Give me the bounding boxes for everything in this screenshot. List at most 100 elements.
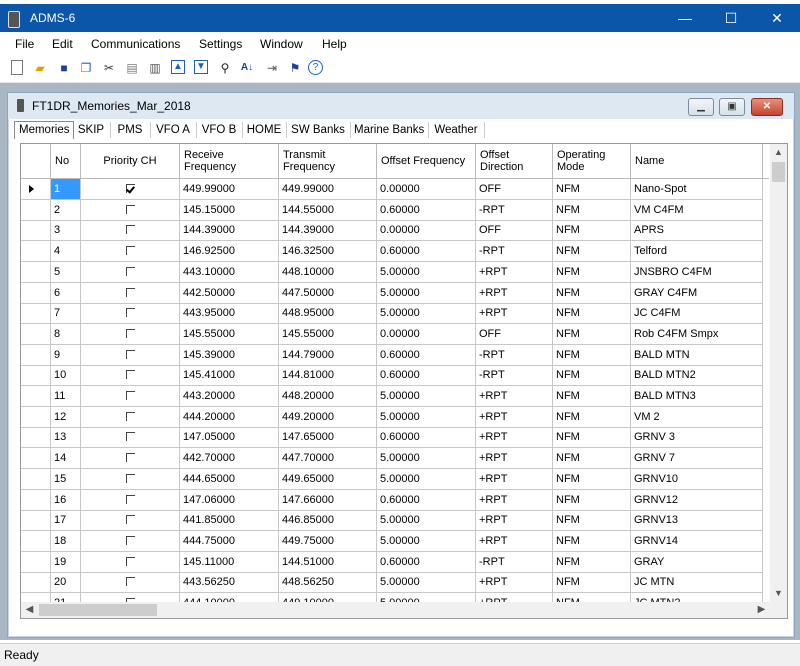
row-header[interactable]	[21, 241, 51, 263]
cell-no[interactable]: 18	[51, 530, 81, 552]
row-header[interactable]	[21, 468, 51, 490]
row-header[interactable]	[21, 551, 51, 573]
table-row[interactable]: 16 147.06000 147.66000 0.60000 +RPT NFM GRNV12	[21, 489, 769, 511]
cell-transmit-frequency[interactable]: 144.39000	[279, 220, 377, 242]
minimize-button[interactable]: —	[662, 4, 708, 32]
table-row[interactable]: 8 145.55000 145.55000 0.00000 OFF NFM Rob C4FM…	[21, 323, 769, 345]
cell-offset-frequency[interactable]: 0.00000	[377, 220, 476, 242]
cell-priority[interactable]	[81, 179, 180, 200]
cell-offset-direction[interactable]: +RPT	[476, 530, 553, 552]
column-offset-frequency[interactable]: Offset Frequency	[377, 144, 476, 178]
cell-receive-frequency[interactable]: 145.39000	[180, 344, 279, 366]
flag-icon[interactable]: ⚑	[287, 60, 303, 76]
cell-receive-frequency[interactable]: 444.75000	[180, 530, 279, 552]
cell-receive-frequency[interactable]: 441.85000	[180, 510, 279, 532]
cell-no[interactable]: 4	[51, 241, 81, 263]
cell-no[interactable]: 21	[51, 593, 81, 602]
paste-icon[interactable]: ▤	[124, 60, 140, 76]
cell-transmit-frequency[interactable]: 144.81000	[279, 365, 377, 387]
table-row[interactable]: 15 444.65000 449.65000 5.00000 +RPT NFM GRNV10	[21, 468, 769, 490]
table-row[interactable]: 19 145.11000 144.51000 0.60000 -RPT NFM GRAY	[21, 551, 769, 573]
maximize-button[interactable]: ☐	[708, 4, 754, 32]
table-row[interactable]: 21 444.10000449.100005.00000+RPTNFMJC MTN…	[21, 593, 769, 602]
checkbox[interactable]	[125, 246, 135, 256]
cell-priority[interactable]	[81, 303, 180, 325]
cell-name[interactable]: JNSBRO C4FM	[631, 261, 763, 283]
cell-name[interactable]: GRAY	[631, 551, 763, 573]
cell-name[interactable]: GRNV 7	[631, 448, 763, 470]
cell-no[interactable]: 16	[51, 489, 81, 511]
cell-transmit-frequency[interactable]: 144.55000	[279, 199, 377, 221]
cell-offset-direction[interactable]: +RPT	[476, 572, 553, 594]
checkbox[interactable]	[125, 453, 135, 463]
cell-operating-mode[interactable]: NFM	[553, 530, 631, 552]
checkbox[interactable]	[125, 370, 135, 380]
sort-icon[interactable]: A↓	[239, 60, 255, 76]
tab-skip[interactable]: SKIP	[72, 122, 111, 138]
horizontal-scrollbar[interactable]: ◀ ▶	[21, 602, 787, 618]
row-header[interactable]	[21, 530, 51, 552]
cell-offset-direction[interactable]: -RPT	[476, 551, 553, 573]
cell-priority[interactable]	[81, 282, 180, 304]
tab-sw-banks[interactable]: SW Banks	[286, 122, 351, 138]
cell-name[interactable]: JC MTN2	[631, 593, 763, 602]
cell-receive-frequency[interactable]: 145.11000	[180, 551, 279, 573]
cell-offset-direction[interactable]: +RPT	[476, 510, 553, 532]
tab-home[interactable]: HOME	[242, 122, 287, 138]
column-no[interactable]: No	[51, 144, 81, 178]
row-header[interactable]	[21, 199, 51, 221]
cell-offset-frequency[interactable]: 0.00000	[377, 323, 476, 345]
row-header[interactable]	[21, 489, 51, 511]
cell-offset-direction[interactable]: OFF	[476, 323, 553, 345]
cell-no[interactable]: 9	[51, 344, 81, 366]
cell-transmit-frequency[interactable]: 145.55000	[279, 323, 377, 345]
cell-transmit-frequency[interactable]: 448.56250	[279, 572, 377, 594]
cell-priority[interactable]	[81, 241, 180, 263]
cell-offset-frequency[interactable]: 0.60000	[377, 344, 476, 366]
cell-receive-frequency[interactable]: 144.39000	[180, 220, 279, 242]
cell-priority[interactable]	[81, 572, 180, 594]
menu-communications[interactable]: Communications	[91, 37, 180, 51]
checkbox[interactable]	[125, 287, 135, 297]
find-icon[interactable]: ⚲	[217, 60, 233, 76]
row-header[interactable]	[21, 261, 51, 283]
cell-offset-frequency[interactable]: 0.00000	[377, 179, 476, 200]
cell-operating-mode[interactable]: NFM	[553, 282, 631, 304]
cell-no[interactable]: 17	[51, 510, 81, 532]
cell-offset-direction[interactable]: +RPT	[476, 303, 553, 325]
scroll-left-icon[interactable]: ◀	[21, 602, 38, 618]
cell-priority[interactable]	[81, 406, 180, 428]
cell-priority[interactable]	[81, 551, 180, 573]
row-header[interactable]	[21, 220, 51, 242]
checkbox[interactable]	[125, 473, 135, 483]
row-header[interactable]	[21, 386, 51, 407]
menu-settings[interactable]: Settings	[199, 37, 242, 51]
table-row[interactable]: 18 444.75000 449.75000 5.00000 +RPT NFM GRNV14	[21, 530, 769, 552]
scroll-down-icon[interactable]: ▼	[770, 585, 787, 602]
cell-transmit-frequency[interactable]: 449.75000	[279, 530, 377, 552]
cell-transmit-frequency[interactable]: 146.32500	[279, 241, 377, 263]
table-row[interactable]: 6 442.50000 447.50000 5.00000 +RPT NFM GRAY C4…	[21, 282, 769, 304]
cell-offset-frequency[interactable]: 0.60000	[377, 427, 476, 449]
table-row[interactable]: 17 441.85000 446.85000 5.00000 +RPT NFM GRNV13	[21, 510, 769, 532]
cell-operating-mode[interactable]: NFM	[553, 179, 631, 200]
row-header[interactable]	[21, 282, 51, 304]
cell-offset-direction[interactable]: +RPT	[476, 468, 553, 490]
scroll-up-icon[interactable]: ▲	[770, 144, 787, 161]
document-minimize-button[interactable]: ▁	[688, 98, 714, 116]
cell-offset-direction[interactable]: -RPT	[476, 344, 553, 366]
cell-name[interactable]: APRS	[631, 220, 763, 242]
column-transmit-frequency[interactable]: Transmit Frequency	[279, 144, 377, 178]
checkbox[interactable]	[125, 204, 135, 214]
cell-offset-frequency[interactable]: 5.00000	[377, 593, 476, 602]
cell-receive-frequency[interactable]: 444.10000	[180, 593, 279, 602]
cell-name[interactable]: GRNV 3	[631, 427, 763, 449]
cell-receive-frequency[interactable]: 443.10000	[180, 261, 279, 283]
cell-receive-frequency[interactable]: 444.20000	[180, 406, 279, 428]
cell-transmit-frequency[interactable]: 449.10000	[279, 593, 377, 602]
save-icon[interactable]: ■	[56, 60, 72, 76]
cell-offset-frequency[interactable]: 5.00000	[377, 468, 476, 490]
cell-priority[interactable]	[81, 593, 180, 602]
row-header[interactable]	[21, 448, 51, 470]
row-header[interactable]	[21, 593, 51, 602]
